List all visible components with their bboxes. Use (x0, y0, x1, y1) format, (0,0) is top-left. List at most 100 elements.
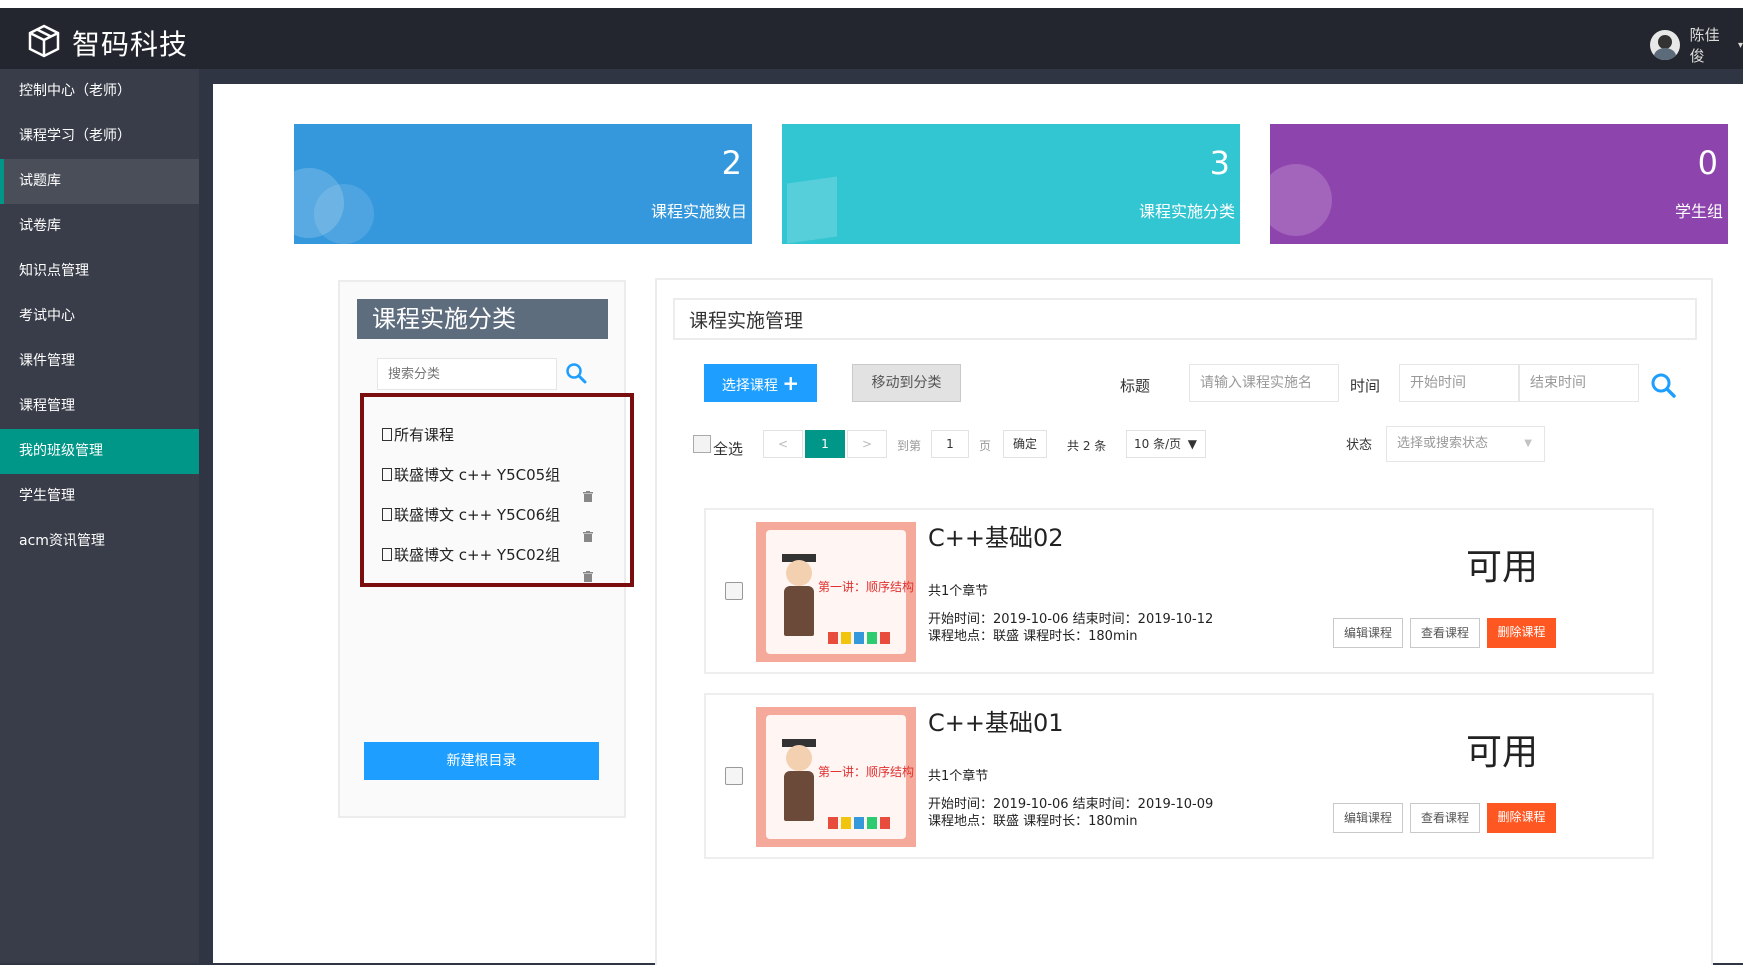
pager-confirm-button[interactable]: 确定 (1003, 430, 1047, 458)
course-checkbox[interactable] (725, 767, 743, 785)
avatar (1650, 30, 1680, 60)
sidebar-item-question-bank[interactable]: 试题库 (0, 159, 199, 204)
start-time-input[interactable]: 开始时间 (1399, 364, 1519, 402)
caret-down-icon: ▼ (1524, 438, 1532, 449)
pager-prev[interactable]: < (763, 430, 803, 458)
thumbnail-caption: 第一讲：顺序结构 (818, 580, 915, 594)
stat-card-student-group[interactable]: 0 学生组 (1270, 124, 1728, 244)
delete-course-button[interactable]: 删除课程 (1487, 803, 1556, 833)
view-course-button[interactable]: 查看课程 (1410, 803, 1480, 833)
pager-current-page[interactable]: 1 (805, 430, 845, 458)
pager-page-unit: 页 (979, 439, 992, 453)
stat-label: 课程实施数目 (650, 202, 747, 221)
category-item-all[interactable]: 所有课程 (382, 424, 454, 445)
course-location: 课程地点：联盛 课程时长：180min (928, 629, 1138, 644)
panel-title: 课程实施管理 (673, 298, 1697, 340)
edit-course-button[interactable]: 编辑课程 (1333, 803, 1403, 833)
sidebar-item-knowledge[interactable]: 知识点管理 (0, 249, 199, 294)
plus-icon: + (782, 371, 800, 395)
view-course-button[interactable]: 查看课程 (1410, 618, 1480, 648)
top-strip (0, 0, 1743, 8)
user-menu[interactable]: 陈佳俊 ▾ (1650, 24, 1743, 66)
course-status: 可用 (1466, 547, 1539, 588)
brand-name: 智码科技 (72, 28, 189, 61)
stat-value: 3 (1209, 144, 1230, 182)
file-icon (382, 508, 392, 521)
stat-card-course-count[interactable]: 2 课程实施数目 (294, 124, 752, 244)
course-thumbnail: 第一讲：顺序结构 (756, 522, 916, 662)
caret-down-icon: ▾ (1737, 39, 1743, 51)
select-course-button[interactable]: 选择课程 + (704, 364, 817, 402)
course-location: 课程地点：联盛 课程时长：180min (928, 814, 1138, 829)
brand-logo[interactable]: 智码科技 (26, 23, 188, 63)
file-icon (382, 468, 392, 481)
category-panel-title: 课程实施分类 (357, 299, 608, 339)
course-status: 可用 (1466, 732, 1539, 773)
status-filter-label: 状态 (1346, 438, 1373, 453)
category-label: 联盛博文 c++ Y5C02组 (394, 546, 561, 564)
pager-next[interactable]: > (847, 430, 887, 458)
course-checkbox[interactable] (725, 582, 743, 600)
select-all-checkbox[interactable] (693, 435, 711, 453)
category-label: 所有课程 (394, 426, 455, 444)
stat-card-category-count[interactable]: 3 课程实施分类 (782, 124, 1240, 244)
sidebar-item-acm-news[interactable]: acm资讯管理 (0, 519, 199, 564)
sidebar: 控制中心（老师） 课程学习（老师） 试题库 试卷库 知识点管理 考试中心 课件管… (0, 69, 199, 963)
move-to-category-button[interactable]: 移动到分类 (852, 364, 961, 402)
title-filter-label: 标题 (1120, 377, 1151, 395)
category-item[interactable]: 联盛博文 c++ Y5C06组 (382, 504, 560, 525)
trash-icon[interactable] (583, 567, 593, 582)
search-icon[interactable] (1650, 372, 1676, 402)
stat-label: 学生组 (1674, 202, 1723, 221)
category-label: 联盛博文 c++ Y5C06组 (394, 506, 561, 524)
category-item[interactable]: 联盛博文 c++ Y5C05组 (382, 464, 560, 485)
button-label: 选择课程 (721, 378, 778, 394)
sidebar-item-my-class[interactable]: 我的班级管理 (0, 429, 199, 474)
category-item[interactable]: 联盛博文 c++ Y5C02组 (382, 544, 560, 565)
app-header: 智码科技 陈佳俊 ▾ (0, 8, 1743, 69)
stat-label: 课程实施分类 (1138, 202, 1235, 221)
sidebar-item-exam-center[interactable]: 考试中心 (0, 294, 199, 339)
status-placeholder: 选择或搜索状态 (1397, 436, 1489, 451)
course-chapters: 共1个章节 (928, 769, 989, 784)
edit-course-button[interactable]: 编辑课程 (1333, 618, 1403, 648)
course-manage-panel: 课程实施管理 选择课程 + 移动到分类 标题 请输入课程实施名 时间 开始时间 … (655, 278, 1713, 965)
sidebar-item-courseware[interactable]: 课件管理 (0, 339, 199, 384)
sidebar-item-course-manage[interactable]: 课程管理 (0, 384, 199, 429)
category-search-input[interactable] (377, 358, 557, 390)
sidebar-item-students[interactable]: 学生管理 (0, 474, 199, 519)
user-name: 陈佳俊 (1689, 26, 1720, 65)
page-size-select[interactable]: 10 条/页 ▼ (1126, 430, 1206, 458)
title-filter-input[interactable]: 请输入课程实施名 (1189, 364, 1339, 402)
course-card: 第一讲：顺序结构 C++基础02 共1个章节 开始时间：2019-10-06 结… (704, 508, 1654, 674)
file-icon (382, 428, 392, 441)
course-title: C++基础02 (928, 524, 1064, 552)
course-thumbnail: 第一讲：顺序结构 (756, 707, 916, 847)
pager-total: 共 2 条 (1067, 439, 1107, 453)
category-panel: 课程实施分类 所有课程 联盛博文 c++ Y5C05组 联盛博文 c++ Y5C… (338, 280, 634, 818)
time-filter-label: 时间 (1350, 377, 1381, 395)
pager-page-input[interactable]: 1 (931, 430, 969, 458)
file-icon (382, 548, 392, 561)
page-size-value: 10 条/页 (1134, 437, 1182, 451)
course-card: 第一讲：顺序结构 C++基础01 共1个章节 开始时间：2019-10-06 结… (704, 693, 1654, 859)
end-time-input[interactable]: 结束时间 (1519, 364, 1639, 402)
search-icon[interactable] (565, 362, 587, 388)
status-filter-select[interactable]: 选择或搜索状态 ▼ (1386, 426, 1545, 462)
sidebar-item-paper-bank[interactable]: 试卷库 (0, 204, 199, 249)
new-root-button[interactable]: 新建根目录 (364, 742, 599, 780)
sidebar-item-control-center[interactable]: 控制中心（老师） (0, 69, 199, 114)
course-chapters: 共1个章节 (928, 584, 989, 599)
stat-value: 2 (721, 144, 742, 182)
trash-icon[interactable] (583, 487, 593, 502)
delete-course-button[interactable]: 删除课程 (1487, 618, 1556, 648)
trash-icon[interactable] (583, 527, 593, 542)
cube-logo-icon (26, 23, 62, 63)
select-all-label: 全选 (713, 440, 744, 458)
stat-value: 0 (1697, 144, 1718, 182)
pager-goto-label: 到第 (897, 439, 922, 453)
category-label: 联盛博文 c++ Y5C05组 (394, 466, 561, 484)
thumbnail-caption: 第一讲：顺序结构 (818, 765, 915, 779)
caret-down-icon: ▼ (1187, 437, 1197, 451)
sidebar-item-course-study[interactable]: 课程学习（老师） (0, 114, 199, 159)
